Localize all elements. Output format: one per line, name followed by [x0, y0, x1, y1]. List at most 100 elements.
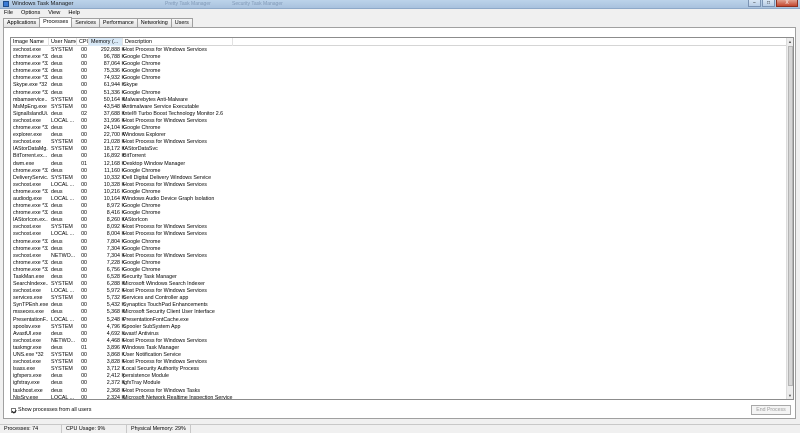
column-description[interactable]: Description: [123, 38, 233, 46]
process-image-name: IAStorIcon.ex...: [13, 217, 48, 224]
table-row[interactable]: lsass.exe SYSTEM 00 3,712 K Local Security A…: [11, 366, 788, 373]
table-row[interactable]: svchost.exe LOCAL ... 00 31,996 K Host Proce…: [11, 118, 788, 125]
process-cpu: 00: [81, 231, 87, 238]
table-row[interactable]: svchost.exe NETWO... 00 4,468 K Host Process…: [11, 338, 788, 345]
table-row[interactable]: taskmgr.exe deus 01 3,896 K Windows Task Man…: [11, 345, 788, 352]
table-row[interactable]: TaskMan.exe deus 00 6,528 K Security Task Ma…: [11, 274, 788, 281]
process-user-name: deus: [51, 259, 63, 266]
process-image-name: SearchIndexe...: [13, 281, 48, 288]
table-row[interactable]: svchost.exe NETWO... 00 7,304 K Host Process…: [11, 253, 788, 260]
minimize-button[interactable]: −: [748, 0, 761, 7]
process-list[interactable]: Image Name User Name CPU Memory (... Des…: [10, 37, 794, 400]
menu-options[interactable]: Options: [17, 10, 44, 16]
table-row[interactable]: mbamservice.... SYSTEM 00 50,164 K Malwareby…: [11, 97, 788, 104]
process-user-name: deus: [51, 68, 63, 75]
scroll-up-arrow-icon[interactable]: ▲: [787, 38, 793, 45]
menu-view[interactable]: View: [44, 10, 64, 16]
process-description: Services and Controller app: [123, 295, 189, 302]
menu-help[interactable]: Help: [64, 10, 84, 16]
process-image-name: chrome.exe *32: [13, 203, 48, 210]
process-user-name: deus: [51, 373, 63, 380]
table-row[interactable]: chrome.exe *32 deus 00 7,304 K Google Chrome: [11, 246, 788, 253]
process-memory: 5,248 K: [106, 316, 125, 323]
process-user-name: deus: [51, 210, 63, 217]
table-row[interactable]: SignalIslandUi... deus 02 37,688 K Intel® Tu…: [11, 111, 788, 118]
tab-services[interactable]: Services: [71, 18, 100, 27]
process-memory: 31,996 K: [103, 117, 125, 124]
tab-processes[interactable]: Processes: [39, 17, 73, 27]
show-all-users-option[interactable]: Show processes from all users: [11, 406, 91, 414]
end-process-button[interactable]: End Process: [751, 405, 791, 415]
table-row[interactable]: chrome.exe *32 deus 00 74,932 K Google Chrom…: [11, 75, 788, 82]
table-row[interactable]: chrome.exe *32 deus 00 24,104 K Google Chrom…: [11, 125, 788, 132]
tab-performance[interactable]: Performance: [98, 18, 138, 27]
table-row[interactable]: BitTorrent.ex... deus 00 16,892 K BitTorrent: [11, 153, 788, 160]
table-row[interactable]: msseces.exe deus 00 5,368 K Microsoft Securi…: [11, 309, 788, 316]
table-row[interactable]: IAStorDataMg... SYSTEM 00 18,172 K IAStorDat…: [11, 146, 788, 153]
column-memory[interactable]: Memory (...: [89, 38, 123, 46]
menu-file[interactable]: File: [0, 10, 17, 16]
process-cpu: 00: [81, 82, 87, 89]
column-cpu[interactable]: CPU: [77, 38, 89, 46]
table-row[interactable]: chrome.exe *32 deus 00 87,064 K Google Chrom…: [11, 61, 788, 68]
process-image-name: lsass.exe: [13, 366, 36, 373]
scrollbar-thumb[interactable]: [788, 46, 793, 386]
show-all-users-checkbox[interactable]: [11, 407, 16, 413]
table-row[interactable]: chrome.exe *32 deus 00 7,228 K Google Chrome: [11, 260, 788, 267]
table-row[interactable]: audiodg.exe LOCAL ... 00 10,164 K Windows Au…: [11, 196, 788, 203]
table-row[interactable]: NisSrv.exe LOCAL ... 00 2,324 K Microsoft Ne…: [11, 395, 788, 399]
table-row[interactable]: svchost.exe SYSTEM 00 8,092 K Host Process f…: [11, 224, 788, 231]
table-row[interactable]: taskhost.exe deus 00 2,368 K Host Process fo…: [11, 388, 788, 395]
process-description: Windows Audio Device Graph Isolation: [123, 195, 215, 202]
table-row[interactable]: dwm.exe deus 01 12,168 K Desktop Window Mana…: [11, 161, 788, 168]
table-row[interactable]: svchost.exe SYSTEM 00 3,828 K Host Process f…: [11, 359, 788, 366]
table-row[interactable]: Skype.exe *32 deus 00 61,944 K Skype: [11, 82, 788, 89]
table-row[interactable]: chrome.exe *32 deus 00 10,216 K Google Chrom…: [11, 189, 788, 196]
process-memory: 6,528 K: [106, 274, 125, 280]
process-image-name: chrome.exe *32: [13, 89, 48, 96]
table-row[interactable]: igfxpers.exe deus 00 2,412 Kpersistence Mod…: [11, 373, 788, 380]
table-row[interactable]: spoolsv.exe SYSTEM 00 4,796 K Spooler SubSys…: [11, 324, 788, 331]
process-memory: 75,336 K: [103, 68, 125, 75]
table-row[interactable]: MsMpEng.exe SYSTEM 00 43,548 K Antimalware S…: [11, 104, 788, 111]
process-description: Local Security Authority Process: [123, 366, 199, 373]
table-row[interactable]: svchost.exe LOCAL ... 00 10,328 K Host Proce…: [11, 182, 788, 189]
table-row[interactable]: UNS.exe *32 SYSTEM 00 3,868 K User Notificat…: [11, 352, 788, 359]
table-row[interactable]: svchost.exe LOCAL ... 00 5,972 K Host Proces…: [11, 288, 788, 295]
table-row[interactable]: SearchIndexe... SYSTEM 00 6,288 K Microsoft …: [11, 281, 788, 288]
table-row[interactable]: chrome.exe *32 deus 00 8,972 K Google Chrome: [11, 203, 788, 210]
column-user-name[interactable]: User Name: [49, 38, 77, 46]
table-row[interactable]: chrome.exe *32 deus 00 11,160 K Google Chrom…: [11, 168, 788, 175]
process-memory: 4,692 K: [106, 330, 125, 337]
tab-users[interactable]: Users: [170, 18, 193, 27]
table-row[interactable]: DeliveryServic... SYSTEM 00 10,332 K Dell Di…: [11, 175, 788, 182]
table-row[interactable]: chrome.exe *32 deus 00 75,336 K Google Chrom…: [11, 68, 788, 75]
table-row[interactable]: chrome.exe *32 deus 00 6,756 K Google Chrome: [11, 267, 788, 274]
scroll-down-arrow-icon[interactable]: ▼: [787, 392, 793, 399]
table-row[interactable]: svchost.exe LOCAL ... 00 8,004 K Host Proces…: [11, 231, 788, 238]
process-cpu: 00: [81, 316, 87, 323]
process-memory: 7,304 K: [106, 245, 125, 252]
close-button[interactable]: X: [776, 0, 798, 7]
table-row[interactable]: chrome.exe *32 deus 00 7,804 K Google Chrome: [11, 239, 788, 246]
table-row[interactable]: explorer.exe deus 00 22,700 K Windows Explor…: [11, 132, 788, 139]
process-user-name: deus: [51, 160, 63, 167]
table-row[interactable]: chrome.exe *32 deus 00 51,336 K Google Chrom…: [11, 90, 788, 97]
table-row[interactable]: services.exe SYSTEM 00 5,732 K Services and …: [11, 295, 788, 302]
table-row[interactable]: SynTPEnh.exe deus 00 5,432 K Synaptics Touch…: [11, 302, 788, 309]
tab-networking[interactable]: Networking: [136, 18, 172, 27]
vertical-scrollbar[interactable]: ▲ ▼: [786, 38, 793, 399]
table-row[interactable]: PresentationF... LOCAL ... 00 5,248 K Presen…: [11, 317, 788, 324]
table-row[interactable]: chrome.exe *32 deus 00 8,416 K Google Chrome: [11, 210, 788, 217]
process-memory: 3,868 K: [106, 352, 125, 359]
table-row[interactable]: svchost.exe SYSTEM 00 292,888 K Host Process…: [11, 47, 788, 54]
column-image-name[interactable]: Image Name: [11, 38, 49, 46]
table-row[interactable]: AvastUI.exe deus 00 4,692 Kavast! Antivirus: [11, 331, 788, 338]
table-row[interactable]: svchost.exe SYSTEM 00 21,028 K Host Process …: [11, 139, 788, 146]
table-row[interactable]: igfxtray.exe deus 00 2,372 KigfxTray Module: [11, 380, 788, 387]
tab-applications[interactable]: Applications: [3, 18, 41, 27]
process-memory: 61,944 K: [103, 82, 125, 89]
table-row[interactable]: chrome.exe *32 deus 00 96,788 K Google Chrom…: [11, 54, 788, 61]
maximize-button[interactable]: □: [762, 0, 775, 7]
table-row[interactable]: IAStorIcon.ex... deus 00 8,260 K IAStorIcon: [11, 217, 788, 224]
